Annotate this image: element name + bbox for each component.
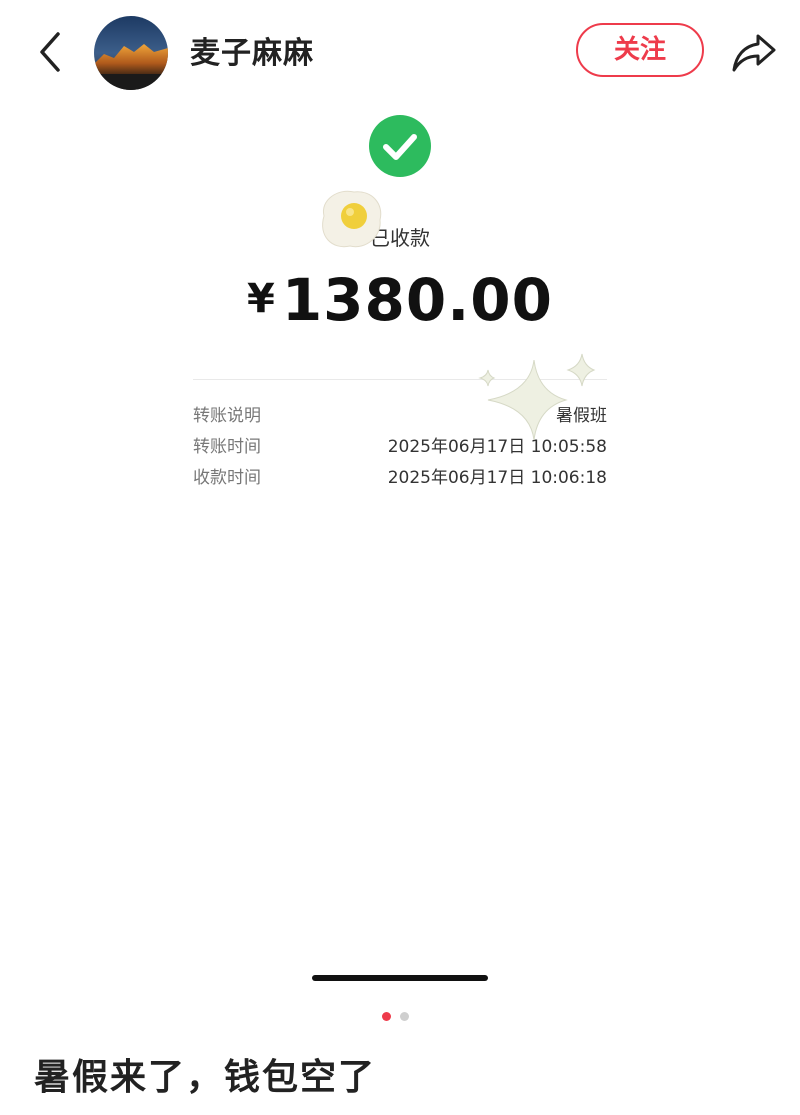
back-button[interactable] xyxy=(28,26,72,78)
author-name[interactable]: 麦子麻麻 xyxy=(190,28,314,72)
currency-symbol: ¥ xyxy=(246,276,276,322)
page-dot-active xyxy=(382,1012,391,1021)
back-arrow-icon xyxy=(40,32,60,72)
egg-sticker xyxy=(316,186,386,252)
follow-button[interactable]: 关注 xyxy=(576,23,704,77)
row-label: 转账时间 xyxy=(193,437,261,457)
home-indicator xyxy=(312,975,488,981)
share-icon xyxy=(732,34,776,72)
post-caption: 暑假来了，钱包空了 xyxy=(34,1057,377,1098)
share-button[interactable] xyxy=(728,26,780,78)
author-avatar[interactable] xyxy=(94,16,168,90)
amount-value: 1380.00 xyxy=(281,266,553,334)
sparkle-sticker xyxy=(476,352,606,468)
image-pagination-dots xyxy=(380,1012,420,1022)
payment-amount: ¥1380.00 xyxy=(200,266,600,334)
row-label: 收款时间 xyxy=(193,468,261,488)
row-label: 转账说明 xyxy=(193,406,261,426)
page-dot xyxy=(400,1012,409,1021)
success-check-icon xyxy=(368,114,432,178)
